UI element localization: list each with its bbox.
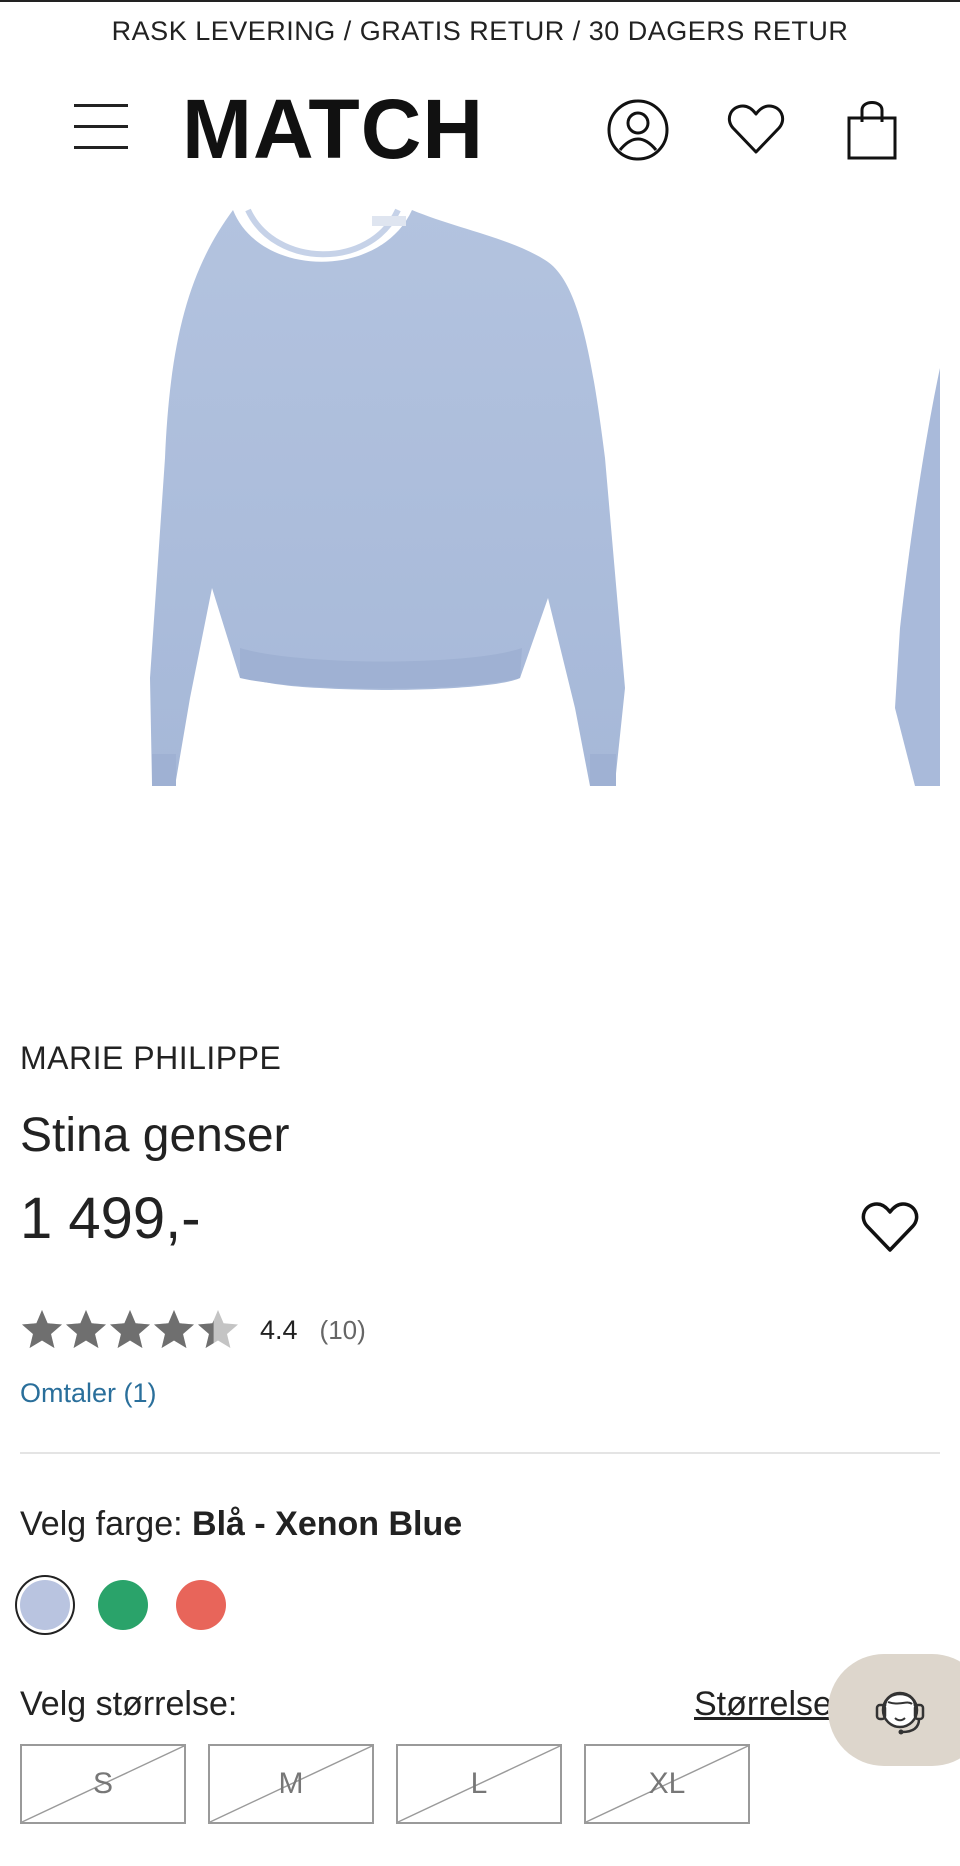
color-label: Velg farge: [20, 1505, 183, 1543]
customer-service-chat-button[interactable] [828, 1654, 960, 1766]
site-logo[interactable]: MATCH [182, 84, 484, 174]
star-icon [198, 1310, 238, 1348]
size-label-m: M [278, 1767, 304, 1800]
product-image [150, 208, 940, 786]
color-swatch-red[interactable] [176, 1580, 226, 1630]
promo-bar: RASK LEVERING / GRATIS RETUR / 30 DAGERS… [0, 0, 960, 60]
size-label-xl: XL [648, 1767, 686, 1800]
star-icon [22, 1310, 62, 1348]
divider [20, 1452, 940, 1454]
size-option-s[interactable]: S [20, 1744, 186, 1824]
user-icon[interactable] [606, 98, 670, 162]
site-header: MATCH [0, 58, 960, 208]
reviews-link[interactable]: Omtaler (1) [20, 1378, 157, 1409]
rating-stars [20, 1308, 240, 1352]
menu-icon[interactable] [74, 104, 128, 150]
promo-text: RASK LEVERING / GRATIS RETUR / 30 DAGERS… [111, 15, 849, 46]
size-option-l[interactable]: L [396, 1744, 562, 1824]
color-swatch-green[interactable] [98, 1580, 148, 1630]
rating-value: 4.4 [260, 1314, 298, 1345]
star-icon [154, 1310, 194, 1348]
shopping-bag-icon[interactable] [840, 98, 904, 162]
color-picker-label: Velg farge: Blå - Xenon Blue [20, 1505, 462, 1544]
size-guide-link[interactable]: Størrelse [694, 1685, 834, 1724]
star-icon [110, 1310, 150, 1348]
size-picker-label: Velg størrelse: [20, 1685, 238, 1723]
heart-icon[interactable] [724, 98, 788, 162]
star-icon [66, 1310, 106, 1348]
selected-color-name: Blå - Xenon Blue [192, 1505, 463, 1543]
wishlist-heart-icon[interactable] [858, 1196, 922, 1256]
product-rating[interactable]: 4.4 (10) [20, 1305, 366, 1355]
color-swatch-blue[interactable] [20, 1580, 70, 1630]
product-image-gallery[interactable] [0, 208, 960, 1028]
headset-agent-icon [875, 1691, 925, 1735]
size-option-xl[interactable]: XL [584, 1744, 750, 1824]
product-price: 1 499,- [20, 1186, 201, 1251]
size-option-m[interactable]: M [208, 1744, 374, 1824]
rating-count: (10) [319, 1314, 366, 1345]
size-label-l: L [470, 1767, 488, 1800]
product-brand[interactable]: MARIE PHILIPPE [20, 1040, 281, 1077]
product-title: Stina genser [20, 1109, 290, 1162]
size-label-s: S [92, 1767, 113, 1800]
